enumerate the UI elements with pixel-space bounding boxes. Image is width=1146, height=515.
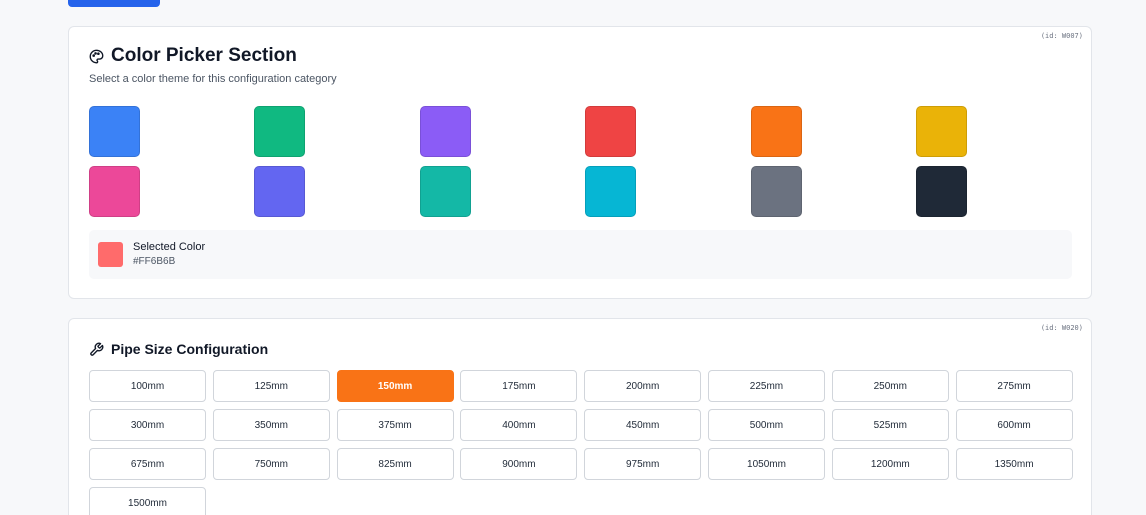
color-swatch[interactable] — [585, 106, 637, 157]
color-swatch[interactable] — [915, 106, 967, 157]
pipe-size-button[interactable]: 175mm — [460, 370, 578, 402]
pipe-size-button[interactable]: 350mm — [212, 409, 330, 441]
palette-icon — [89, 49, 104, 64]
color-swatch[interactable] — [750, 106, 802, 157]
pipe-size-title: Pipe Size Configuration — [111, 341, 269, 357]
widget-id-label: (id: W007) — [1040, 32, 1083, 40]
pipe-size-button[interactable]: 125mm — [212, 370, 330, 402]
pipe-size-button[interactable]: 750mm — [212, 448, 330, 480]
swatch-cell — [915, 106, 1081, 166]
pipe-size-button[interactable]: 1050mm — [707, 448, 825, 480]
swatch-cell — [750, 106, 916, 166]
pipe-size-button[interactable]: 450mm — [584, 409, 702, 441]
color-picker-header: Color Picker Section — [89, 45, 297, 67]
swatch-cell — [419, 166, 585, 226]
pipe-size-button[interactable]: 825mm — [336, 448, 454, 480]
pipe-size-button[interactable]: 525mm — [831, 409, 949, 441]
pipe-size-header: Pipe Size Configuration — [89, 341, 268, 357]
pipe-size-button[interactable]: 100mm — [89, 370, 206, 402]
color-swatch[interactable] — [419, 106, 471, 157]
swatch-cell — [750, 166, 916, 226]
widget-id-label: (id: W020) — [1040, 324, 1083, 332]
swatch-cell — [89, 166, 254, 226]
color-swatch-grid — [89, 106, 969, 226]
pipe-size-button[interactable]: 200mm — [584, 370, 702, 402]
selected-color-chip — [98, 242, 123, 267]
swatch-cell — [254, 106, 419, 166]
pipe-size-button[interactable]: 400mm — [460, 409, 578, 441]
pipe-size-button[interactable]: 1350mm — [955, 448, 1073, 480]
color-picker-subtitle: Select a color theme for this configurat… — [89, 73, 337, 85]
pipe-size-button[interactable]: 250mm — [831, 370, 949, 402]
top-action-button[interactable] — [68, 0, 160, 7]
pipe-size-button[interactable]: 300mm — [89, 409, 206, 441]
wrench-icon — [89, 342, 104, 357]
color-swatch[interactable] — [750, 166, 802, 217]
pipe-size-button[interactable]: 1200mm — [831, 448, 949, 480]
color-swatch[interactable] — [419, 166, 471, 217]
color-picker-card: (id: W007) Color Picker Section Select a… — [68, 26, 1092, 299]
color-swatch[interactable] — [915, 166, 967, 217]
pipe-size-grid: 100mm 125mm 150mm 175mm 200mm 225mm 250mm 275mm… — [89, 370, 1073, 515]
pipe-size-button[interactable]: 675mm — [89, 448, 206, 480]
pipe-size-button[interactable]: 150mm — [336, 370, 454, 402]
color-swatch[interactable] — [254, 166, 306, 217]
pipe-size-button[interactable]: 275mm — [955, 370, 1073, 402]
pipe-size-button[interactable]: 375mm — [336, 409, 454, 441]
pipe-size-button[interactable]: 225mm — [707, 370, 825, 402]
selected-color-label: Selected Color — [133, 241, 206, 253]
selected-color-hex: #FF6B6B — [133, 256, 176, 267]
swatch-cell — [915, 166, 1081, 226]
swatch-cell — [254, 166, 419, 226]
pipe-size-card: (id: W020) Pipe Size Configuration 100mm… — [68, 318, 1092, 515]
swatch-cell — [419, 106, 585, 166]
color-picker-title: Color Picker Section — [111, 45, 297, 66]
swatch-cell — [89, 106, 254, 166]
selected-color-panel: Selected Color #FF6B6B — [89, 230, 1072, 279]
pipe-size-button[interactable]: 600mm — [955, 409, 1073, 441]
color-swatch[interactable] — [89, 166, 140, 217]
swatch-cell — [585, 106, 750, 166]
color-swatch[interactable] — [254, 106, 306, 157]
color-swatch[interactable] — [585, 166, 637, 217]
pipe-size-button[interactable]: 900mm — [460, 448, 578, 480]
swatch-cell — [585, 166, 750, 226]
pipe-size-button[interactable]: 1500mm — [89, 487, 206, 515]
pipe-size-button[interactable]: 500mm — [707, 409, 825, 441]
color-swatch[interactable] — [89, 106, 140, 157]
pipe-size-button[interactable]: 975mm — [584, 448, 702, 480]
